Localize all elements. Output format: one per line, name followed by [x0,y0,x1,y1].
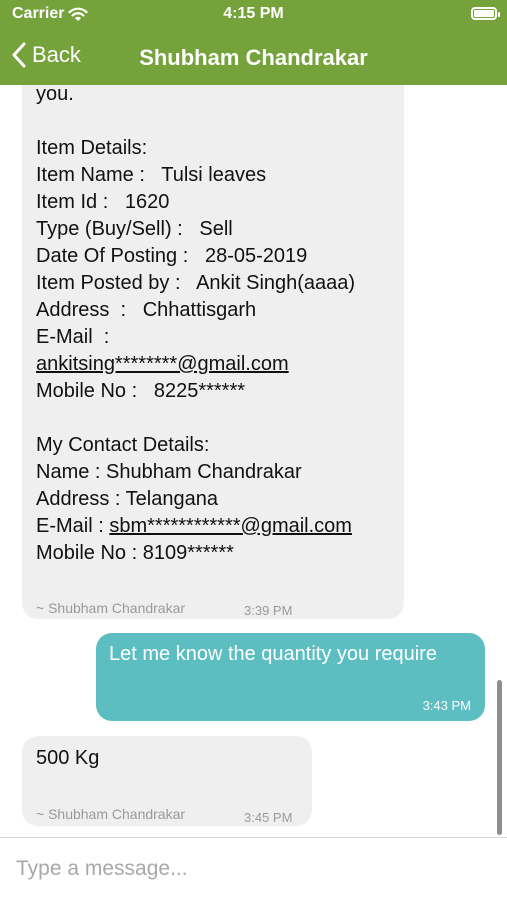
sender-name: ~ Shubham Chandrakar [36,600,186,616]
message-line: Address : Telangana [36,488,218,510]
message-line: Item Details: [36,137,148,159]
message-line: E-Mail : [36,326,110,348]
message-text: 500 Kg [36,747,100,769]
email-label: E-Mail : [36,515,110,537]
message-line: Item Name : Tulsi leaves [36,164,267,186]
email-link[interactable]: ankitsing********@gmail.com [36,351,394,378]
message-line: Item Id : 1620 [36,191,170,213]
message-time: 3:43 PM [422,698,471,713]
message-text: you. Item Details: Item Name : Tulsi lea… [36,85,394,567]
message-line: Address : Chhattisgarh [36,299,257,321]
chat-thread[interactable]: you. Item Details: Item Name : Tulsi lea… [0,85,507,837]
sender-name: ~ Shubham Chandrakar [36,806,186,822]
message-line: you. [36,85,74,105]
message-line: Mobile No : 8109****** [36,542,234,564]
scrollbar[interactable] [497,680,502,835]
message-line [36,405,394,432]
message-line: My Contact Details: [36,434,210,456]
message-line: Type (Buy/Sell) : Sell [36,218,233,240]
battery-icon [471,7,500,20]
message-text: Let me know the quantity you require [109,643,437,665]
message-line [36,108,394,135]
incoming-message: you. Item Details: Item Name : Tulsi lea… [22,85,404,619]
message-time: 3:39 PM [244,603,293,618]
message-line: Name : Shubham Chandrakar [36,461,302,483]
status-bar: Carrier 4:15 PM [0,0,507,30]
status-time: 4:15 PM [223,5,284,22]
email-line: E-Mail : sbm************@gmail.com [36,513,394,540]
incoming-message: 500 Kg ~ Shubham Chandrakar 3:45 PM [22,736,312,826]
nav-bar: Back Shubham Chandrakar [0,30,507,85]
message-time: 3:45 PM [244,810,293,825]
message-input[interactable] [0,838,507,900]
message-line: Date Of Posting : 28-05-2019 [36,245,308,267]
page-title: Shubham Chandrakar [139,45,368,70]
message-line: Item Posted by : Ankit Singh(aaaa) [36,272,356,294]
message-composer [0,837,507,900]
message-line: Mobile No : 8225****** [36,380,246,402]
email-link[interactable]: sbm************@gmail.com [109,515,352,537]
outgoing-message: Let me know the quantity you require 3:4… [96,633,485,721]
